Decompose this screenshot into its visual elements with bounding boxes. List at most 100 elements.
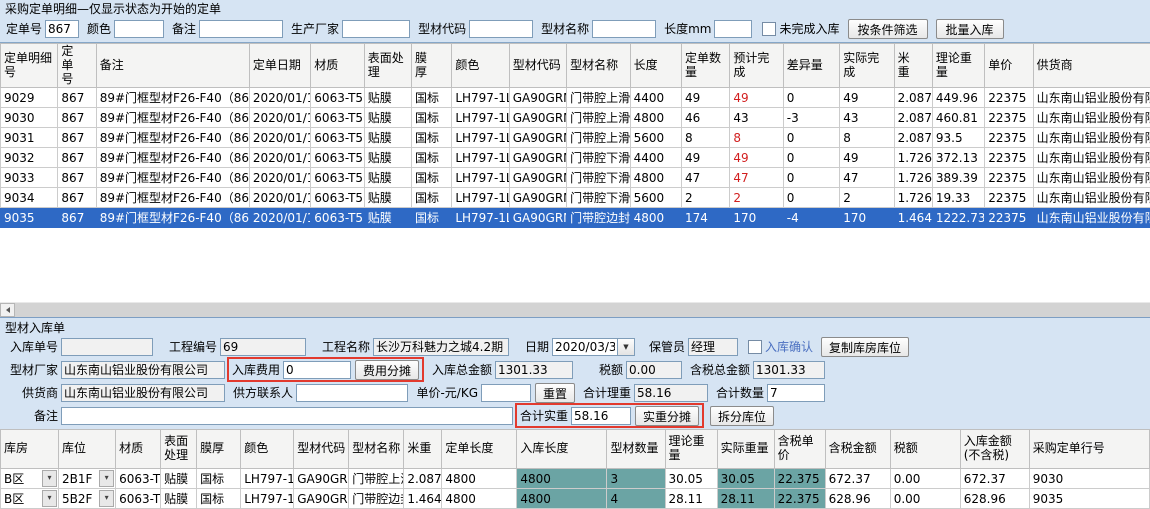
cell[interactable]: 6063-T5 bbox=[311, 88, 364, 108]
cell[interactable]: 4800 bbox=[630, 108, 681, 128]
cell[interactable]: 672.37 bbox=[825, 469, 890, 489]
cell[interactable]: 49 bbox=[840, 148, 894, 168]
cell[interactable]: 5600 bbox=[630, 188, 681, 208]
column-header[interactable]: 预计完成 bbox=[730, 44, 783, 88]
cell[interactable]: 国标 bbox=[412, 168, 452, 188]
storein-confirm-checkbox[interactable] bbox=[748, 340, 762, 354]
contact-field[interactable] bbox=[296, 384, 408, 402]
cell[interactable]: 贴膜 bbox=[364, 148, 411, 168]
cell[interactable]: GA90GRM03 bbox=[509, 108, 566, 128]
column-header[interactable]: 定单号 bbox=[58, 44, 96, 88]
cell[interactable]: 19.33 bbox=[932, 188, 984, 208]
cell[interactable]: 9029 bbox=[1, 88, 58, 108]
column-header[interactable]: 材质 bbox=[116, 430, 161, 469]
actual-weight-field[interactable] bbox=[571, 407, 631, 425]
cell[interactable]: 0.00 bbox=[890, 469, 960, 489]
cell[interactable]: LH797-1LL0 bbox=[452, 208, 509, 228]
cell[interactable]: 0 bbox=[783, 128, 839, 148]
cell[interactable]: 6063-T5 bbox=[311, 208, 364, 228]
project-name-field[interactable] bbox=[373, 338, 509, 356]
column-header[interactable]: 实际完成 bbox=[840, 44, 894, 88]
cell[interactable]: 山东南山铝业股份有限公司 bbox=[1033, 128, 1150, 148]
dropdown-arrow-icon[interactable]: ▾ bbox=[99, 490, 114, 507]
column-header[interactable]: 定单明细号 bbox=[1, 44, 58, 88]
column-header[interactable]: 理论重量 bbox=[665, 430, 717, 469]
column-header[interactable]: 长度 bbox=[630, 44, 681, 88]
cell[interactable]: 2.087 bbox=[894, 128, 932, 148]
batch-storein-button[interactable]: 批量入库 bbox=[936, 19, 1004, 39]
cell[interactable]: 9035 bbox=[1, 208, 58, 228]
cell[interactable]: 43 bbox=[730, 108, 783, 128]
cell[interactable]: 8 bbox=[840, 128, 894, 148]
cell[interactable]: 1222.73 bbox=[932, 208, 984, 228]
manufacturer-filter-input[interactable] bbox=[342, 20, 410, 38]
cell[interactable]: 22375 bbox=[985, 108, 1033, 128]
storein-no-field[interactable] bbox=[61, 338, 153, 356]
cell[interactable]: 22375 bbox=[985, 88, 1033, 108]
cell[interactable]: 9030 bbox=[1029, 469, 1149, 489]
column-header[interactable]: 库位 bbox=[59, 430, 116, 469]
cell[interactable]: 2020/01/13 bbox=[249, 188, 310, 208]
cell[interactable]: 89#门框型材F26-F40（866+867） bbox=[96, 168, 249, 188]
date-field[interactable] bbox=[552, 338, 618, 356]
column-header[interactable]: 税额 bbox=[890, 430, 960, 469]
cell[interactable]: B区▾ bbox=[1, 469, 59, 489]
cell[interactable]: LH797-1LL0 bbox=[452, 188, 509, 208]
column-header[interactable]: 表面处理 bbox=[161, 430, 197, 469]
cell[interactable]: 49 bbox=[682, 148, 730, 168]
cell[interactable]: 山东南山铝业股份有限公司 bbox=[1033, 168, 1150, 188]
cell[interactable]: 372.13 bbox=[932, 148, 984, 168]
cell[interactable]: 2B1F▾ bbox=[59, 469, 116, 489]
cell[interactable]: 22375 bbox=[985, 148, 1033, 168]
cell[interactable]: 6063-T5 bbox=[311, 108, 364, 128]
cell[interactable]: 山东南山铝业股份有限公司 bbox=[1033, 148, 1150, 168]
cell[interactable]: 5600 bbox=[630, 128, 681, 148]
cell[interactable]: 国标 bbox=[412, 88, 452, 108]
cell[interactable]: GA90GRM03 bbox=[509, 128, 566, 148]
cell[interactable]: LH797-1LL0 bbox=[452, 128, 509, 148]
cell[interactable]: 2 bbox=[840, 188, 894, 208]
cell[interactable]: 89#门框型材F26-F40（866+867） bbox=[96, 208, 249, 228]
cell[interactable]: 672.37 bbox=[960, 469, 1029, 489]
fee-share-button[interactable]: 费用分摊 bbox=[355, 360, 419, 380]
cell[interactable]: 9030 bbox=[1, 108, 58, 128]
cell[interactable]: 门带腔上滑 bbox=[567, 88, 630, 108]
column-header[interactable]: 定单长度 bbox=[442, 430, 517, 469]
copy-location-button[interactable]: 复制库房库位 bbox=[821, 337, 909, 357]
cell[interactable]: 2020/01/13 bbox=[249, 108, 310, 128]
dropdown-arrow-icon[interactable]: ▾ bbox=[42, 470, 57, 487]
column-header[interactable]: 供货商 bbox=[1033, 44, 1150, 88]
column-header[interactable]: 实际重量 bbox=[717, 430, 774, 469]
cell[interactable]: 89#门框型材F26-F40（866+867） bbox=[96, 108, 249, 128]
cell[interactable]: 867 bbox=[58, 128, 96, 148]
cell[interactable]: 22.375 bbox=[774, 469, 825, 489]
cell[interactable]: 170 bbox=[840, 208, 894, 228]
column-header[interactable]: 型材代码 bbox=[294, 430, 349, 469]
cell[interactable]: 89#门框型材F26-F40（866+867） bbox=[96, 188, 249, 208]
unit-price-field[interactable] bbox=[481, 384, 531, 402]
cell[interactable]: 山东南山铝业股份有限公司 bbox=[1033, 188, 1150, 208]
length-filter-input[interactable] bbox=[714, 20, 752, 38]
table-row[interactable]: 902986789#门框型材F26-F40（866+867）2020/01/13… bbox=[1, 88, 1150, 108]
column-header[interactable]: 型材名称 bbox=[567, 44, 630, 88]
cell[interactable]: 8 bbox=[682, 128, 730, 148]
cell[interactable]: 174 bbox=[682, 208, 730, 228]
cell[interactable]: 1.726 bbox=[894, 168, 932, 188]
table-row[interactable]: 903586789#门框型材F26-F40（866+867）2020/01/13… bbox=[1, 208, 1150, 228]
column-header[interactable]: 膜厚 bbox=[412, 44, 452, 88]
total-qty-field[interactable] bbox=[767, 384, 825, 402]
remark-field[interactable] bbox=[61, 407, 513, 425]
cell[interactable]: 1.464 bbox=[894, 208, 932, 228]
cell[interactable]: 贴膜 bbox=[364, 108, 411, 128]
cell[interactable]: 22375 bbox=[985, 168, 1033, 188]
cell[interactable]: GA90GRM05 bbox=[509, 208, 566, 228]
column-header[interactable]: 颜色 bbox=[241, 430, 294, 469]
cell[interactable]: 867 bbox=[58, 188, 96, 208]
cell[interactable]: 93.5 bbox=[932, 128, 984, 148]
cell[interactable]: LH797-1LL0 bbox=[241, 469, 294, 489]
storein-fee-field[interactable] bbox=[283, 361, 351, 379]
cell[interactable]: 2.087 bbox=[894, 108, 932, 128]
cell[interactable]: 2020/01/13 bbox=[249, 148, 310, 168]
cell[interactable]: LH797-1LL0 bbox=[452, 88, 509, 108]
column-header[interactable]: 定单日期 bbox=[249, 44, 310, 88]
